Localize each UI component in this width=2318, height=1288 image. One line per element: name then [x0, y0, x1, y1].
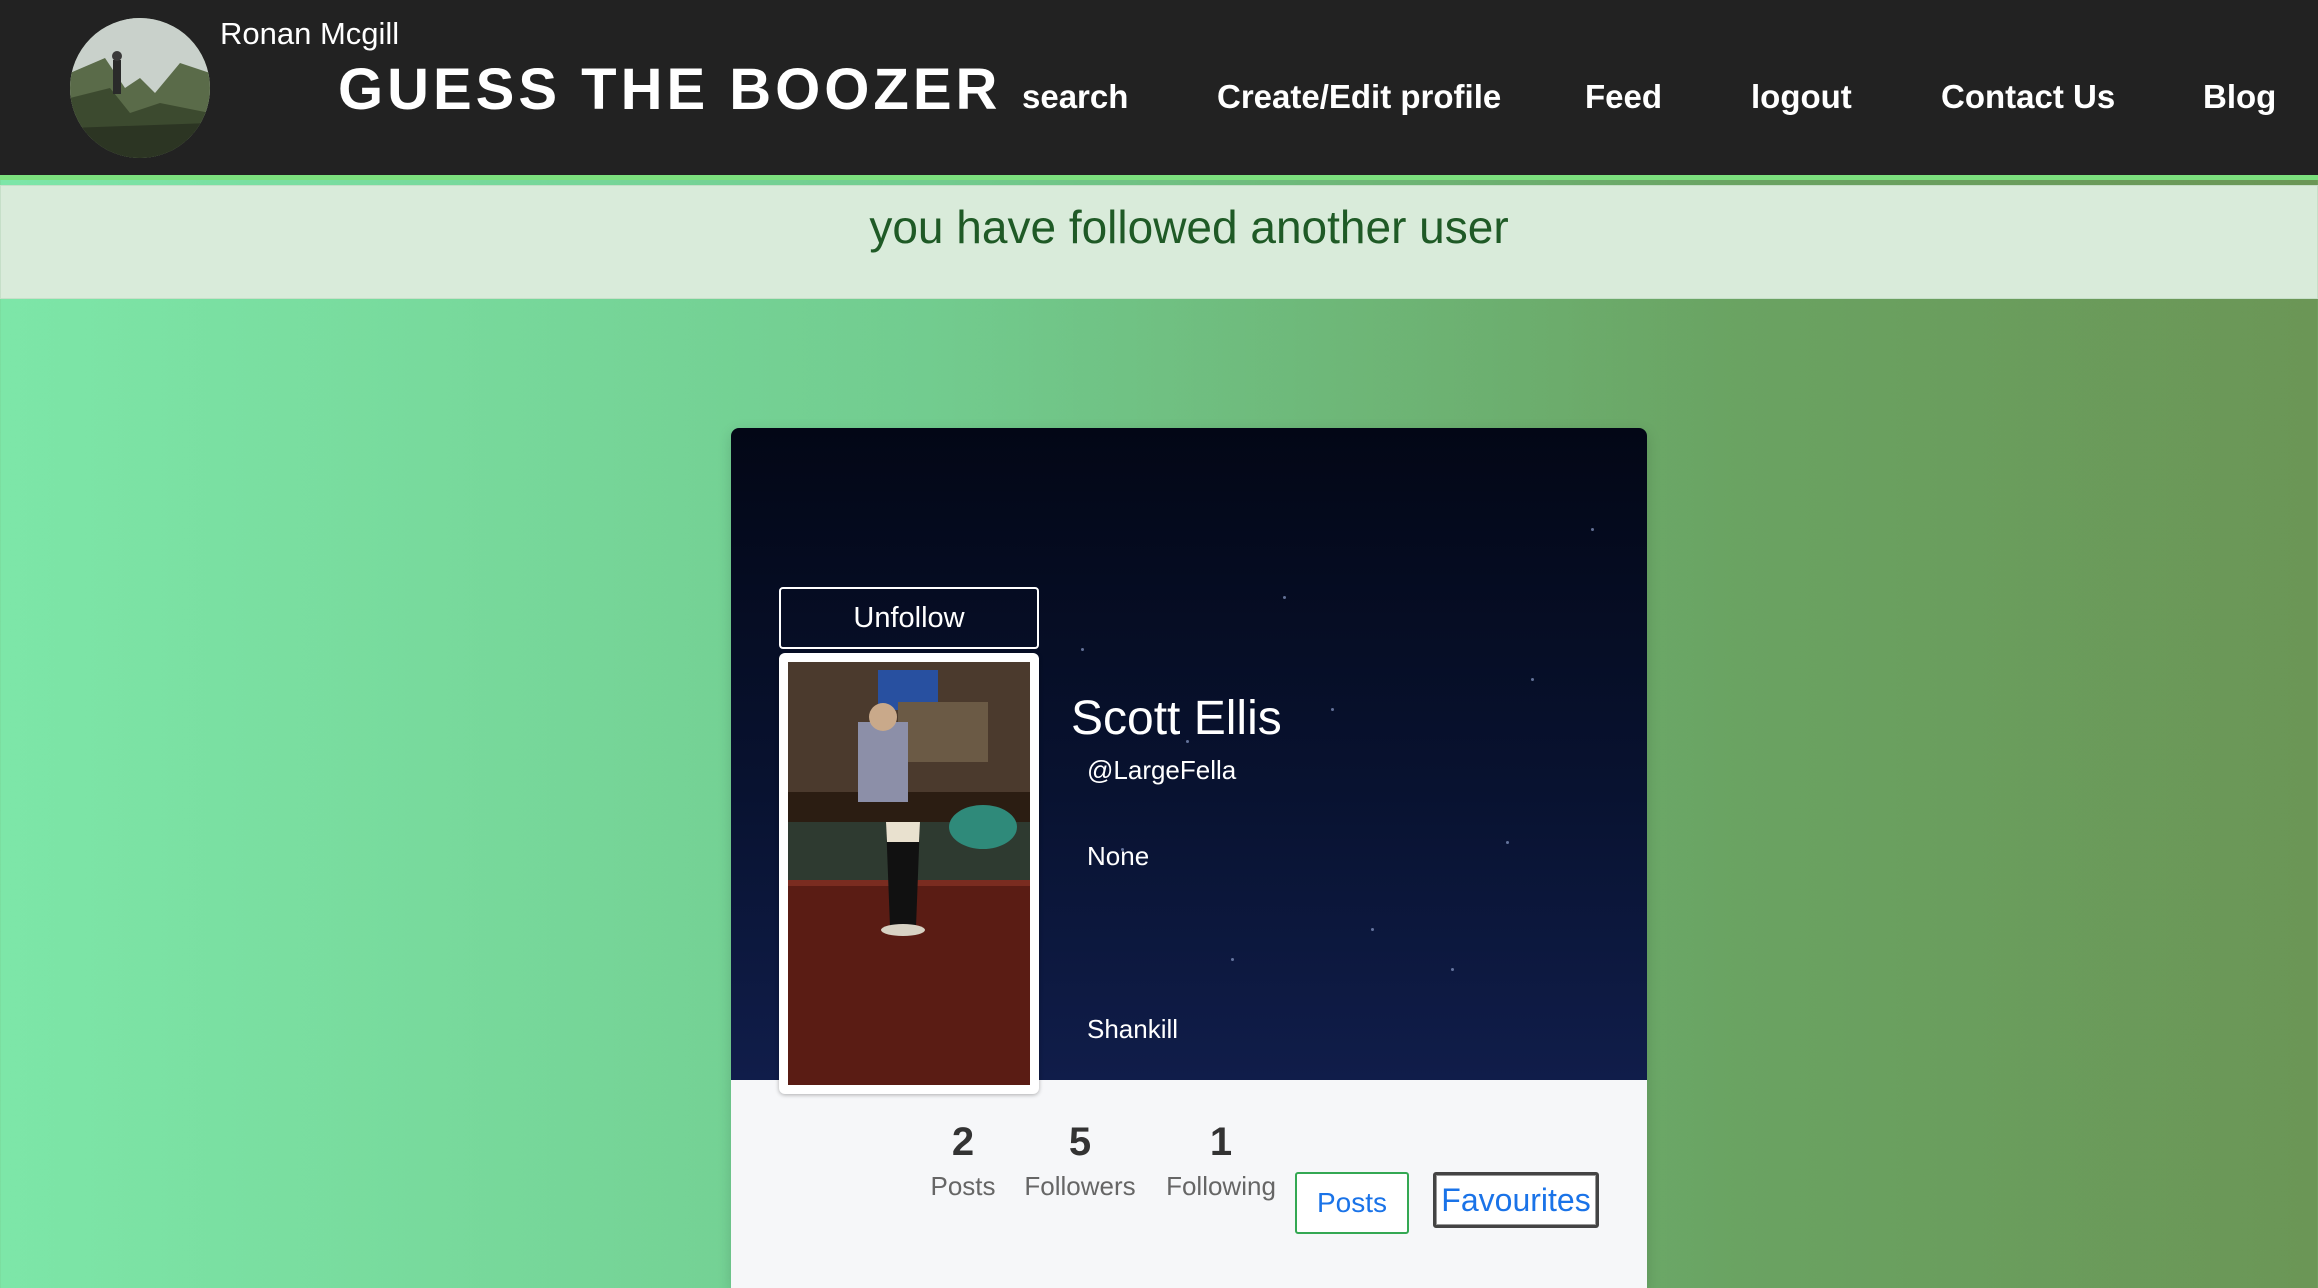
stat-following-label: Following [1166, 1171, 1276, 1201]
top-navbar: Ronan Mcgill GUESS THE BOOZER search Cre… [0, 0, 2318, 180]
current-username: Ronan Mcgill [220, 16, 400, 51]
stat-following-count: 1 [1209, 1120, 1233, 1164]
stat-followers-label: Followers [1024, 1171, 1136, 1201]
profile-location: Shankill [1087, 1014, 1179, 1044]
star-decoration [1591, 528, 1594, 531]
avatar-photo [70, 18, 210, 158]
user-avatar[interactable] [70, 18, 210, 158]
profile-card: Unfollow Scott Ellis @LargeFella None Sh… [731, 428, 1647, 1288]
profile-handle: @LargeFella [1087, 755, 1237, 785]
nav-feed[interactable]: Feed [1585, 78, 1662, 116]
stat-followers[interactable]: 5 Followers [1015, 1120, 1145, 1202]
nav-blog[interactable]: Blog [2203, 78, 2276, 116]
nav-search[interactable]: search [1022, 78, 1128, 116]
stat-followers-count: 5 [1068, 1120, 1092, 1164]
nav-logout[interactable]: logout [1751, 78, 1852, 116]
profile-photo [788, 662, 1030, 1085]
site-title[interactable]: GUESS THE BOOZER [338, 56, 1001, 123]
nav-create-edit-profile[interactable]: Create/Edit profile [1217, 78, 1501, 116]
posts-tab-button[interactable]: Posts [1295, 1172, 1409, 1234]
star-decoration [1081, 648, 1084, 651]
stat-posts-label: Posts [930, 1171, 996, 1201]
star-decoration [1451, 968, 1454, 971]
stat-posts: 2 Posts [911, 1120, 1015, 1202]
star-decoration [1331, 708, 1334, 711]
star-decoration [1283, 596, 1286, 599]
unfollow-button[interactable]: Unfollow [779, 587, 1039, 649]
profile-bio: None [1087, 841, 1150, 871]
nav-contact-us[interactable]: Contact Us [1941, 78, 2115, 116]
stat-following[interactable]: 1 Following [1151, 1120, 1291, 1202]
favourites-tab-button[interactable]: Favourites [1433, 1172, 1599, 1228]
profile-photo-frame [779, 653, 1039, 1094]
star-decoration [1531, 678, 1534, 681]
flash-message-text: you have followed another user [869, 201, 1509, 253]
star-decoration [1506, 841, 1509, 844]
stat-posts-count: 2 [951, 1120, 975, 1164]
star-decoration [1231, 958, 1234, 961]
star-decoration [1371, 928, 1374, 931]
profile-name: Scott Ellis [1071, 692, 1282, 745]
